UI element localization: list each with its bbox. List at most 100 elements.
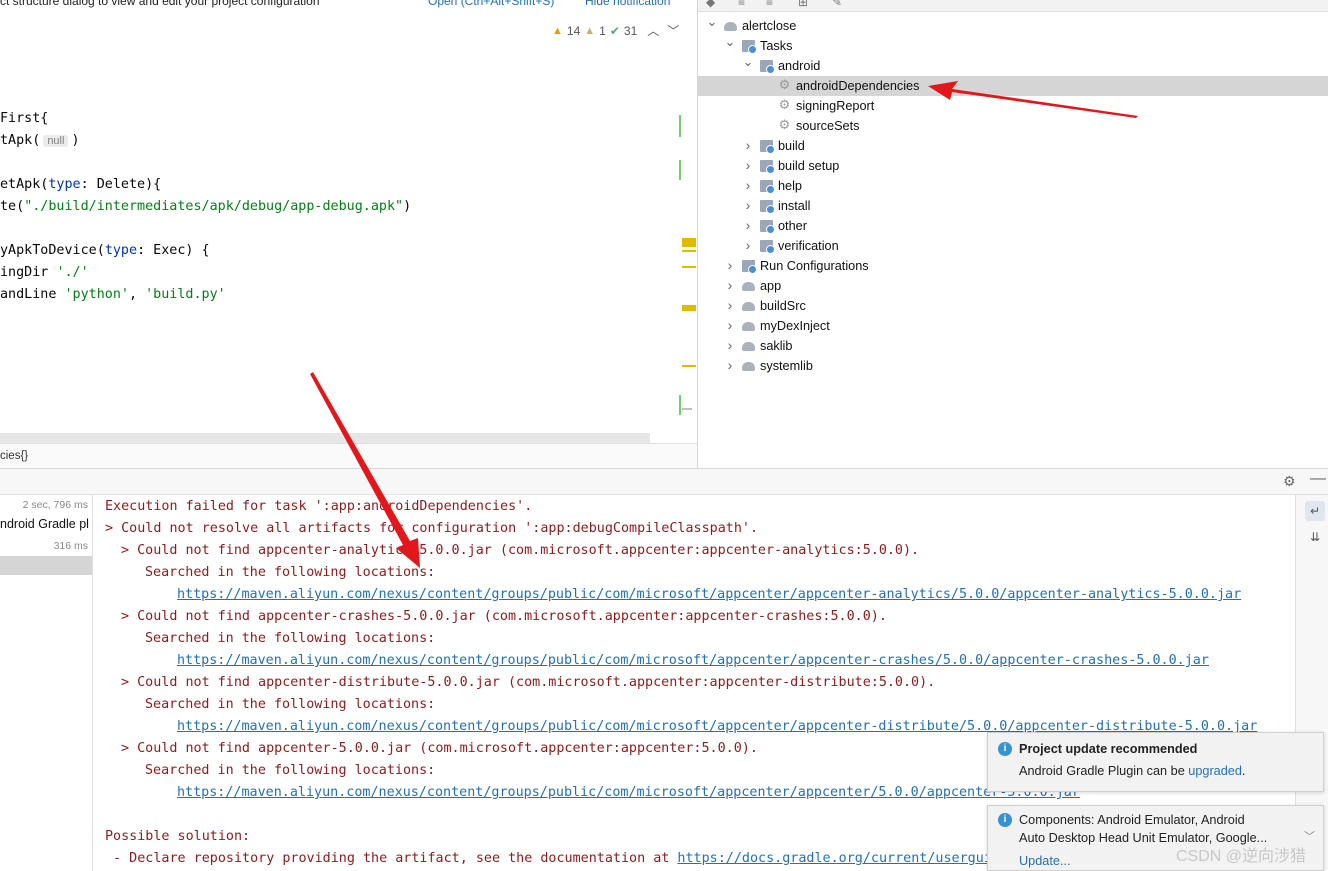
gear-icon: ⚙: [778, 97, 791, 112]
chevron-right-icon[interactable]: ›: [724, 275, 736, 295]
chevron-down-icon[interactable]: ⌄: [742, 52, 754, 72]
chevron-right-icon[interactable]: ›: [742, 135, 754, 155]
tree-item-run-configurations[interactable]: › Run Configurations: [698, 256, 1328, 276]
scroll-to-end-icon[interactable]: ⇊: [1305, 527, 1325, 547]
notification-line1: Components: Android Emulator, Android: [1019, 813, 1245, 827]
error-stripe-mark[interactable]: [682, 250, 696, 252]
tree-item-label: install: [778, 199, 811, 213]
error-stripe-mark[interactable]: [682, 238, 696, 247]
error-stripe-mark[interactable]: [682, 305, 696, 311]
code-line[interactable]: yApkToDevice(type: Exec) {: [0, 243, 210, 258]
code-line[interactable]: First{: [0, 111, 48, 126]
tree-item-label: buildSrc: [760, 299, 806, 313]
elephant-icon: [742, 322, 755, 331]
watermark: CSDN @逆向涉猎: [1176, 848, 1307, 865]
console-link[interactable]: https://maven.aliyun.com/nexus/content/g…: [177, 785, 1080, 800]
gear-icon: ⚙: [778, 77, 791, 92]
selected-build-tree-item[interactable]: [0, 556, 92, 575]
tree-item-systemlib[interactable]: › systemlib: [698, 356, 1328, 376]
chevron-right-icon[interactable]: ›: [724, 255, 736, 275]
next-highlight-icon[interactable]: ﹀: [667, 22, 679, 39]
minimize-icon[interactable]: —: [1310, 470, 1326, 488]
tree-item-verification[interactable]: › verification: [698, 236, 1328, 256]
folder-icon: [760, 220, 775, 234]
tree-item-saklib[interactable]: › saklib: [698, 336, 1328, 356]
code-token: yApkToDevice(: [0, 243, 105, 258]
tree-item-android[interactable]: ⌄ android: [698, 54, 1328, 76]
tree-item-alertclose[interactable]: ⌄ alertclose: [698, 14, 1328, 36]
error-stripe-mark[interactable]: [682, 365, 696, 367]
error-stripe-mark[interactable]: [682, 408, 692, 410]
console-link[interactable]: https://maven.aliyun.com/nexus/content/g…: [177, 653, 1209, 668]
console-link[interactable]: https://maven.aliyun.com/nexus/content/g…: [177, 587, 1241, 602]
chevron-right-icon[interactable]: ›: [742, 195, 754, 215]
soft-wrap-icon[interactable]: ↵: [1305, 501, 1325, 521]
code-line[interactable]: etApk(type: Delete){: [0, 177, 161, 192]
code-line[interactable]: te("./build/intermediates/apk/debug/app-…: [0, 199, 411, 214]
settings-gear-icon[interactable]: ⚙: [1283, 473, 1296, 490]
previous-highlight-icon[interactable]: ︿: [647, 22, 659, 39]
elephant-icon[interactable]: ◆: [706, 0, 715, 9]
tree-item-signingreport[interactable]: ⚙ signingReport: [698, 96, 1328, 116]
hide-notification-link[interactable]: Hide notification: [585, 0, 670, 8]
console-text: > Could not find appcenter-analytics-5.0…: [121, 543, 920, 558]
expand-all-icon[interactable]: ≡: [738, 0, 745, 9]
open-project-structure-link[interactable]: Open (Ctrl+Alt+Shift+S): [428, 0, 554, 8]
chevron-right-icon[interactable]: ›: [742, 235, 754, 255]
gradle-tool-window: ◆ ≡ ≡ ⊞ ✎ ⌄ alertclose ⌄ Tasks ⌄ android ⚙ andr…: [697, 0, 1328, 468]
code-token: tApk(: [0, 133, 41, 148]
error-stripe-mark[interactable]: [682, 266, 696, 268]
code-line[interactable]: andLine 'python', 'build.py': [0, 287, 226, 302]
change-marker: [679, 160, 681, 180]
chevron-right-icon[interactable]: ›: [724, 295, 736, 315]
code-editor[interactable]: ▲ 14 ▲ 1 ✔ 31 ︿ ﹀ First{ tApk(null) etApk(…: [0, 10, 697, 443]
tree-item-label: systemlib: [760, 359, 813, 373]
upgrade-link[interactable]: upgraded: [1188, 764, 1242, 778]
tree-item-label: other: [778, 219, 807, 233]
build-tree-item[interactable]: ndroid Gradle pl: [0, 517, 93, 531]
wrench-icon[interactable]: ✎: [832, 0, 842, 9]
console-text: Searched in the following locations:: [145, 565, 436, 580]
console-line: > Could not resolve all artifacts for co…: [105, 521, 758, 536]
chevron-right-icon[interactable]: ›: [742, 175, 754, 195]
code-line[interactable]: tApk(null): [0, 133, 80, 148]
chevron-right-icon[interactable]: ›: [724, 315, 736, 335]
chevron-down-icon[interactable]: ⌄: [706, 12, 718, 32]
tree-item-other[interactable]: › other: [698, 216, 1328, 236]
code-token: type: [48, 177, 81, 192]
console-line: > Could not find appcenter-crashes-5.0.0…: [121, 609, 887, 624]
tree-item-buildsrc[interactable]: › buildSrc: [698, 296, 1328, 316]
console-line: > Could not find appcenter-5.0.0.jar (co…: [121, 741, 758, 756]
chevron-right-icon[interactable]: ›: [742, 155, 754, 175]
chevron-right-icon[interactable]: ›: [724, 335, 736, 355]
change-marker: [679, 395, 681, 415]
chevron-right-icon[interactable]: ›: [742, 215, 754, 235]
tree-item-androiddependencies[interactable]: ⚙ androidDependencies: [698, 76, 1328, 96]
code-line[interactable]: ingDir './': [0, 265, 89, 280]
inspection-widget[interactable]: ▲ 14 ▲ 1 ✔ 31 ︿ ﹀: [552, 22, 679, 39]
update-link[interactable]: Update...: [1019, 854, 1071, 868]
tree-item-sourcesets[interactable]: ⚙ sourceSets: [698, 116, 1328, 136]
breadcrumb-item[interactable]: cies{}: [0, 450, 28, 462]
tree-item-install[interactable]: › install: [698, 196, 1328, 216]
gradle-toolbar: ◆ ≡ ≡ ⊞ ✎: [698, 0, 1328, 12]
project-update-notification[interactable]: i Project update recommended Android Gra…: [987, 732, 1324, 792]
dependencies-icon[interactable]: ⊞: [798, 0, 808, 9]
change-marker: [679, 115, 681, 137]
console-text: > Could not find appcenter-5.0.0.jar (co…: [121, 741, 758, 756]
breadcrumb[interactable]: cies{}: [0, 443, 697, 468]
tree-item-app[interactable]: › app: [698, 276, 1328, 296]
collapse-all-icon[interactable]: ≡: [766, 0, 773, 9]
console-line: > Could not find appcenter-analytics-5.0…: [121, 543, 919, 558]
horizontal-scrollbar[interactable]: [0, 433, 650, 443]
tree-item-mydexinject[interactable]: › myDexInject: [698, 316, 1328, 336]
console-line: > Could not find appcenter-distribute-5.…: [121, 675, 935, 690]
tree-item-build[interactable]: › build: [698, 136, 1328, 156]
tree-item-label: saklib: [760, 339, 793, 353]
tree-item-build-setup[interactable]: › build setup: [698, 156, 1328, 176]
chevron-down-icon[interactable]: ⌄: [724, 32, 736, 52]
tree-item-tasks[interactable]: ⌄ Tasks: [698, 34, 1328, 56]
chevron-right-icon[interactable]: ›: [724, 355, 736, 375]
tree-item-label: help: [778, 179, 802, 193]
tree-item-help[interactable]: › help: [698, 176, 1328, 196]
